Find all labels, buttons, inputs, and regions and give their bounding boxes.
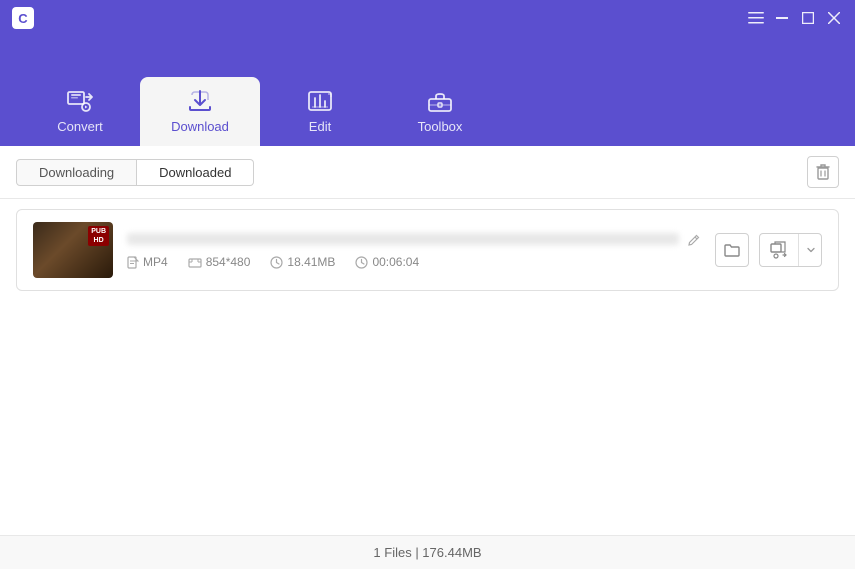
meta-duration: 00:06:04 [355,255,419,269]
item-title [127,233,679,245]
subtab-downloading[interactable]: Downloading [16,159,137,186]
format-value: MP4 [143,255,168,269]
size-icon [270,255,283,269]
status-text: 1 Files | 176.44MB [373,545,481,560]
app-logo: C [12,7,34,29]
menu-button[interactable] [747,9,765,27]
minimize-button[interactable] [773,9,791,27]
tab-download[interactable]: Download [140,77,260,146]
duration-value: 00:06:04 [372,255,419,269]
status-bar: 1 Files | 176.44MB [0,535,855,569]
sub-tabs: Downloading Downloaded [16,159,254,186]
toolbox-tab-label: Toolbox [418,119,463,134]
download-item: PUB HD [16,209,839,291]
size-value: 18.41MB [287,255,335,269]
item-title-row [127,231,701,247]
toolbox-icon [426,87,454,113]
download-tab-label: Download [171,119,229,134]
edit-icon [306,88,334,113]
convert-dropdown-arrow[interactable] [801,234,821,266]
tab-toolbox[interactable]: Toolbox [380,77,500,146]
close-button[interactable] [825,9,843,27]
open-folder-button[interactable] [715,233,749,267]
edit-title-icon[interactable] [687,231,701,247]
content-area: PUB HD [0,199,855,535]
meta-format: MP4 [127,255,168,269]
convert-icon [66,88,94,113]
item-meta: MP4 854*480 [127,255,701,269]
format-icon [127,255,139,269]
meta-resolution: 854*480 [188,255,251,269]
meta-size: 18.41MB [270,255,335,269]
item-thumbnail: PUB HD [33,222,113,278]
duration-icon [355,255,368,269]
item-info: MP4 854*480 [127,231,701,270]
edit-tab-label: Edit [309,119,331,134]
maximize-button[interactable] [799,9,817,27]
resolution-value: 854*480 [206,255,251,269]
thumb-badge: PUB HD [88,226,109,246]
tab-convert[interactable]: Convert [20,78,140,146]
nav-tabs: Convert Download Edit [0,36,855,146]
subtab-downloaded[interactable]: Downloaded [137,159,254,186]
download-icon [186,87,214,113]
window-controls [747,9,843,27]
convert-to-button[interactable] [759,233,822,267]
title-bar: C [0,0,855,36]
convert-tab-label: Convert [57,119,103,134]
sub-tab-bar: Downloading Downloaded [0,146,855,199]
convert-main-icon[interactable] [760,234,799,266]
delete-all-button[interactable] [807,156,839,188]
item-actions [715,233,822,267]
resolution-icon [188,255,202,269]
tab-edit[interactable]: Edit [260,78,380,146]
